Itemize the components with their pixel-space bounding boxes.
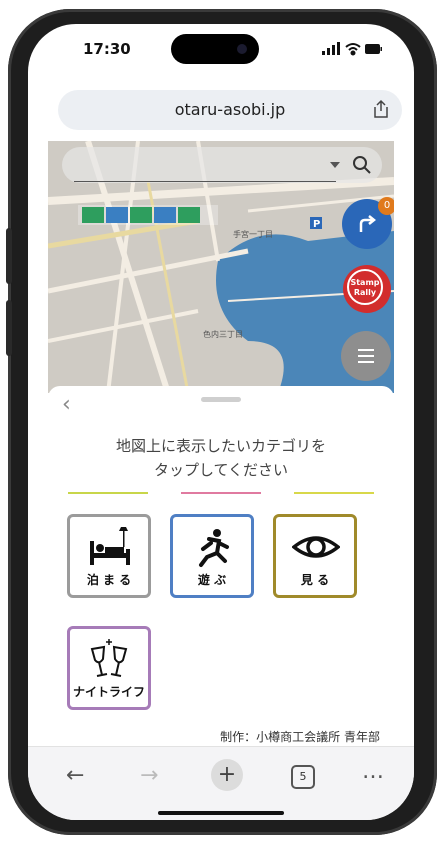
share-icon[interactable] xyxy=(372,99,390,119)
screen: 17:30 otaru-asobi.jp 手宮一丁目 色内三丁目 P 0 Sta… xyxy=(28,24,414,820)
wine-glasses-icon xyxy=(90,639,128,677)
more-menu-icon[interactable]: … xyxy=(362,759,384,784)
forward-arrow-icon[interactable]: → xyxy=(140,763,158,788)
menu-button[interactable] xyxy=(341,331,391,381)
wifi-icon xyxy=(345,43,361,56)
route-icon xyxy=(359,215,377,232)
category-nightlife-label: ナイトライフ xyxy=(72,685,145,699)
address-bar[interactable]: otaru-asobi.jp xyxy=(58,90,402,130)
sheet-drag-handle[interactable] xyxy=(201,397,241,402)
stamp-rally-button[interactable]: Stamp Rally xyxy=(343,265,391,313)
route-count-badge: 0 xyxy=(378,197,394,215)
map-label-temiya: 手宮一丁目 xyxy=(233,229,273,239)
credit-text: 制作：小樽商工会議所 青年部 xyxy=(220,730,380,744)
stamp-rally-label: Stamp Rally xyxy=(347,269,383,305)
category-stay[interactable]: 泊 ま る xyxy=(67,514,151,598)
divider-pink xyxy=(181,492,261,494)
divider-yellow-green xyxy=(68,492,148,494)
divider-yellow xyxy=(294,492,374,494)
camera-icon xyxy=(237,44,247,54)
eye-icon xyxy=(292,536,340,558)
back-chevron-icon[interactable]: ‹ xyxy=(62,392,71,417)
search-underline xyxy=(74,181,336,182)
status-time: 17:30 xyxy=(83,40,131,58)
category-prompt: 地図上に表示したいカテゴリを タップしてください xyxy=(115,437,326,479)
bed-icon xyxy=(90,527,130,565)
browser-toolbar: ← → + 5 … xyxy=(28,746,414,820)
signal-icon xyxy=(322,42,340,55)
status-bar: 17:30 xyxy=(28,24,414,80)
map-label-ironai: 色内三丁目 xyxy=(203,329,243,339)
chevron-down-icon[interactable] xyxy=(330,161,340,169)
volume-down-button xyxy=(6,300,12,356)
url-text: otaru-asobi.jp xyxy=(174,100,286,119)
category-nightlife[interactable]: ナイトライフ xyxy=(67,626,151,710)
running-person-icon xyxy=(199,529,229,567)
tab-switcher-button[interactable]: 5 xyxy=(291,765,315,789)
battery-icon xyxy=(365,44,382,54)
category-sheet: ‹ 地図上に表示したいカテゴリを タップしてください 泊 ま る 遊 ぶ 見 る… xyxy=(48,386,394,746)
dynamic-island xyxy=(171,34,259,64)
category-see[interactable]: 見 る xyxy=(273,514,357,598)
search-icon[interactable] xyxy=(352,155,372,175)
map-view[interactable]: 手宮一丁目 色内三丁目 P 0 Stamp Rally xyxy=(48,141,394,393)
map-search-bar[interactable] xyxy=(62,147,382,183)
back-arrow-icon[interactable]: ← xyxy=(66,763,84,788)
category-play[interactable]: 遊 ぶ xyxy=(170,514,254,598)
parking-icon: P xyxy=(313,219,320,230)
category-stay-label: 泊 ま る xyxy=(86,573,132,587)
category-play-label: 遊 ぶ xyxy=(197,573,227,587)
volume-up-button xyxy=(6,228,12,284)
category-see-label: 見 る xyxy=(300,573,330,587)
hamburger-icon xyxy=(358,349,374,363)
status-icons xyxy=(322,42,382,56)
home-indicator[interactable] xyxy=(158,811,284,815)
site-logo[interactable] xyxy=(78,205,218,225)
new-tab-plus-icon[interactable]: + xyxy=(211,759,243,791)
